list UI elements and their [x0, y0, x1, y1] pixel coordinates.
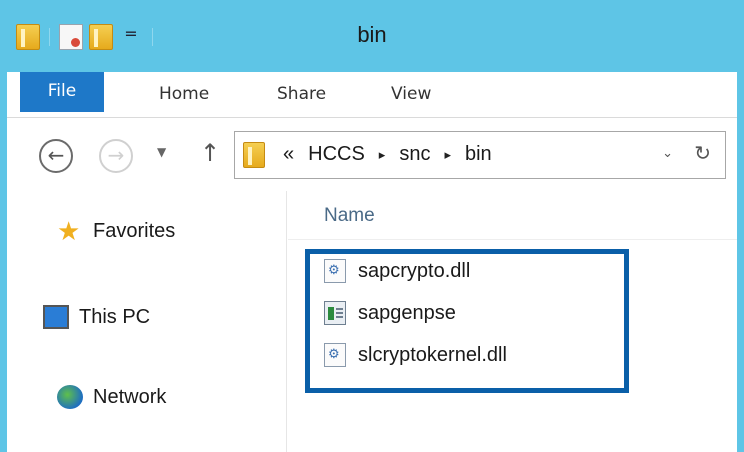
- file-name: slcryptokernel.dll: [358, 343, 507, 366]
- refresh-icon[interactable]: ↻: [694, 141, 711, 165]
- tab-home[interactable]: Home: [159, 72, 209, 118]
- network-icon: [57, 385, 83, 409]
- breadcrumb: « HCCS ▸ snc ▸ bin: [283, 143, 492, 166]
- file-name: sapcrypto.dll: [358, 259, 471, 282]
- file-list-pane: Name sapcrypto.dll sapgenpse slcryptoker…: [288, 191, 737, 452]
- breadcrumb-overflow[interactable]: «: [283, 143, 294, 166]
- up-button[interactable]: ↑: [200, 139, 220, 167]
- file-row-slcryptokernel[interactable]: slcryptokernel.dll: [324, 343, 507, 367]
- star-icon: ★: [57, 216, 81, 246]
- ribbon-tabs: File Home Share View: [7, 72, 737, 118]
- address-dropdown-icon[interactable]: ⌄: [662, 146, 673, 161]
- file-row-sapcrypto[interactable]: sapcrypto.dll: [324, 259, 470, 283]
- dll-file-icon: [324, 343, 346, 367]
- column-header-name[interactable]: Name: [324, 205, 375, 227]
- window-title: bin: [357, 22, 387, 47]
- nav-item-this-pc[interactable]: This PC: [43, 301, 273, 333]
- breadcrumb-hccs[interactable]: HCCS: [308, 143, 365, 166]
- dll-file-icon: [324, 259, 346, 283]
- tab-share[interactable]: Share: [277, 72, 326, 118]
- nav-item-network[interactable]: Network: [57, 385, 166, 409]
- breadcrumb-snc[interactable]: snc: [399, 143, 430, 166]
- nav-item-label: This PC: [79, 305, 151, 328]
- title-bar: = bin: [0, 0, 744, 72]
- column-divider: [288, 239, 737, 240]
- navigation-pane: ★ Favorites This PC Network: [7, 191, 287, 452]
- chevron-right-icon[interactable]: ▸: [444, 147, 451, 163]
- navigation-bar: ← → ▼ ↑ « HCCS ▸ snc ▸ bin ⌄ ↻: [7, 119, 737, 191]
- nav-item-label: Network: [93, 385, 167, 408]
- file-row-sapgenpse[interactable]: sapgenpse: [324, 301, 456, 325]
- file-name: sapgenpse: [358, 301, 456, 324]
- breadcrumb-bin[interactable]: bin: [465, 143, 492, 166]
- computer-icon: [43, 305, 69, 329]
- chevron-right-icon[interactable]: ▸: [379, 147, 386, 163]
- tab-view[interactable]: View: [391, 72, 431, 118]
- forward-button[interactable]: →: [99, 139, 133, 173]
- tab-file[interactable]: File: [20, 72, 104, 112]
- nav-item-label: Favorites: [93, 219, 176, 242]
- nav-item-favorites[interactable]: ★ Favorites: [57, 216, 176, 246]
- recent-locations-button[interactable]: ▼: [157, 145, 166, 159]
- address-bar[interactable]: « HCCS ▸ snc ▸ bin ⌄ ↻: [234, 131, 726, 179]
- back-button[interactable]: ←: [39, 139, 73, 173]
- folder-icon: [243, 142, 265, 168]
- executable-file-icon: [324, 301, 346, 325]
